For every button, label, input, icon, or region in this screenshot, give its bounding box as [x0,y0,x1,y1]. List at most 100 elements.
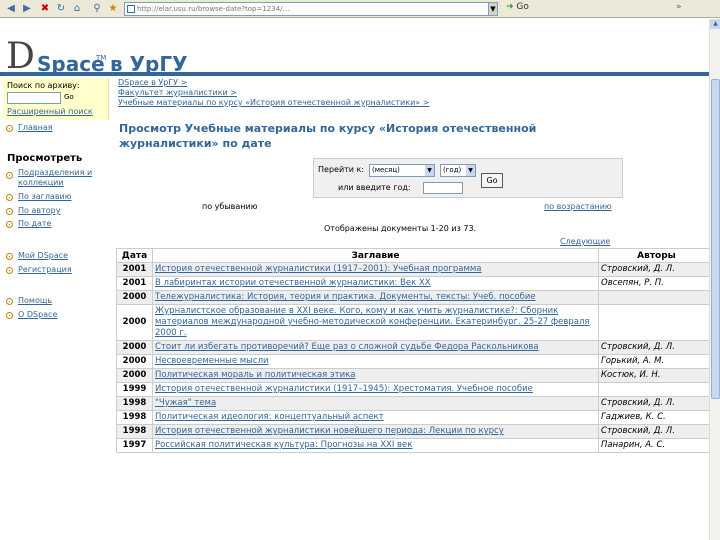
chevron-down-icon: ▼ [466,165,475,176]
row-title-link[interactable]: Политическая идеология: концептуальный а… [155,412,384,422]
stop-icon[interactable]: ✖ [38,2,52,15]
go-arrow-icon: ➜ [506,2,514,12]
next-page-link[interactable]: Следующие [560,237,610,246]
row-title-cell: Политическая идеология: концептуальный а… [152,410,599,425]
home-bullet-icon [6,125,13,132]
row-authors[interactable]: Костюк, И. Н. [598,368,715,383]
back-icon[interactable]: ◀ [4,2,18,15]
row-title-cell: История отечественной журналистики (1917… [152,262,599,277]
row-authors[interactable] [598,304,715,341]
search-go-button[interactable]: Go [64,93,74,101]
links-icon[interactable]: » [676,2,682,12]
sidebar-item-by-date[interactable]: По дате [18,219,51,229]
sidebar-home[interactable]: Главная [18,123,53,133]
logo-space[interactable]: Space [37,54,105,74]
row-title-link[interactable]: Несвоевременные мысли [155,356,269,366]
row-date: 2000 [116,290,153,305]
row-authors[interactable]: Горький, А. М. [598,354,715,369]
bullet-icon [6,267,13,274]
forward-icon[interactable]: ▶ [20,2,34,15]
row-date: 2000 [116,354,153,369]
row-title-link[interactable]: История отечественной журналистики новей… [155,426,504,436]
row-date: 2001 [116,276,153,291]
scrollbar-thumb[interactable] [711,79,720,399]
browser-window: ◀ ▶ ✖ ↻ ⌂ ⚲ ★ http://elar.usu.ru/browse-… [0,0,720,540]
row-authors[interactable]: Овсепян, Р. П. [598,276,715,291]
browser-toolbar: ◀ ▶ ✖ ↻ ⌂ ⚲ ★ http://elar.usu.ru/browse-… [0,0,720,18]
row-date: 1999 [116,382,153,397]
row-date: 1998 [116,396,153,411]
table-row: 2000 Тележурналистика: История, теория и… [116,290,715,305]
jump-go-button[interactable]: Go [481,173,503,188]
row-authors[interactable]: Стровский, Д. Л. [598,424,715,439]
row-authors[interactable]: Стровский, Д. Л. [598,340,715,355]
year-select[interactable]: (год) ▼ [440,164,476,177]
vertical-scrollbar[interactable]: ▲ [709,19,720,540]
row-authors[interactable]: Стровский, Д. Л. [598,396,715,411]
row-title-cell: Тележурналистика: История, теория и прак… [152,290,599,305]
sidebar-item-by-author[interactable]: По автору [18,206,60,216]
row-title-link[interactable]: История отечественной журналистики (1917… [155,264,482,274]
search-icon[interactable]: ⚲ [90,2,104,15]
search-input[interactable] [7,92,61,104]
column-header-date[interactable]: Дата [116,248,153,263]
row-title-link[interactable]: В лабиринтах истории отечественной журна… [155,278,431,288]
row-authors[interactable]: Панарин, А. С. [598,438,715,453]
row-date: 2000 [116,340,153,355]
scroll-up-icon[interactable]: ▲ [710,19,720,29]
row-title-link[interactable]: История отечественной журналистики (1917… [155,384,533,394]
address-bar[interactable]: http://elar.usu.ru/browse-date?top=1234/… [124,2,496,16]
row-authors[interactable] [598,290,715,305]
breadcrumb-item[interactable]: Факультет журналистики > [118,88,237,97]
breadcrumb-item[interactable]: Учебные материалы по курсу «История отеч… [118,98,429,107]
browse-heading: Просмотреть [7,153,83,164]
table-row: 1997 Российская политическая культура: П… [116,438,715,453]
search-box: Поиск по архиву: Go Расширенный поиск [3,78,109,120]
home-icon[interactable]: ⌂ [70,2,84,15]
results-table: Дата Заглавие Авторы 2001 История отечес… [116,248,715,453]
sidebar-item-register[interactable]: Регистрация [18,265,72,275]
table-row: 1999 История отечественной журналистики … [116,382,715,397]
row-authors[interactable]: Гаджиев, К. С. [598,410,715,425]
row-title-link[interactable]: Журналистское образование в XXI веке. Ко… [155,306,590,338]
row-title-link[interactable]: Стоит ли избегать противоречий? Еще раз … [155,342,539,352]
table-row: 2000 Политическая мораль и политическая … [116,368,715,383]
sort-descending[interactable]: по убыванию [202,202,257,211]
breadcrumb-item[interactable]: DSpace в УрГУ > [118,78,187,87]
logo-d[interactable]: D [6,39,35,75]
row-title-link[interactable]: Российская политическая культура: Прогно… [155,440,412,450]
jump-form: Перейти к: (месяц) ▼ (год) ▼ Go или введ… [313,158,623,198]
year-input[interactable] [423,182,463,194]
sort-ascending-link[interactable]: по возрастанию [544,202,612,211]
row-authors[interactable]: Стровский, Д. Л. [598,262,715,277]
row-title-cell: Российская политическая культура: Прогно… [152,438,599,453]
bullet-icon [6,194,13,201]
table-row: 2001 В лабиринтах истории отечественной … [116,276,715,291]
row-title-link[interactable]: "Чужая" тема [155,398,216,408]
row-title-link[interactable]: Политическая мораль и политическая этика [155,370,355,380]
sidebar-item-my-dspace[interactable]: Мой DSpace [18,251,68,261]
sidebar-item-about[interactable]: О DSpace [18,310,57,320]
chevron-down-icon: ▼ [425,165,434,176]
row-title-cell: История отечественной журналистики (1917… [152,382,599,397]
main-content: DSpace в УрГУ > Факультет журналистики >… [112,76,720,540]
column-header-authors[interactable]: Авторы [598,248,715,263]
address-go-button[interactable]: ➜ Go [506,2,529,12]
sidebar-item-help[interactable]: Помощь [18,296,52,306]
column-header-title[interactable]: Заглавие [152,248,599,263]
row-title-cell: В лабиринтах истории отечественной журна… [152,276,599,291]
sidebar-item-by-title[interactable]: По заглавию [18,192,71,202]
address-text: http://elar.usu.ru/browse-date?top=1234/… [137,5,290,13]
favorites-icon[interactable]: ★ [106,2,120,15]
bullet-icon [6,221,13,228]
breadcrumb: DSpace в УрГУ > Факультет журналистики >… [118,78,429,108]
month-select[interactable]: (месяц) ▼ [369,164,435,177]
year-value: (год) [443,166,462,174]
address-dropdown-icon[interactable]: ▼ [488,2,498,16]
refresh-icon[interactable]: ↻ [54,2,68,15]
bullet-icon [6,208,13,215]
row-title-link[interactable]: Тележурналистика: История, теория и прак… [155,292,536,302]
advanced-search-link[interactable]: Расширенный поиск [7,107,93,116]
row-authors[interactable] [598,382,715,397]
sidebar-item-communities[interactable]: Подразделения и коллекции [18,168,108,188]
